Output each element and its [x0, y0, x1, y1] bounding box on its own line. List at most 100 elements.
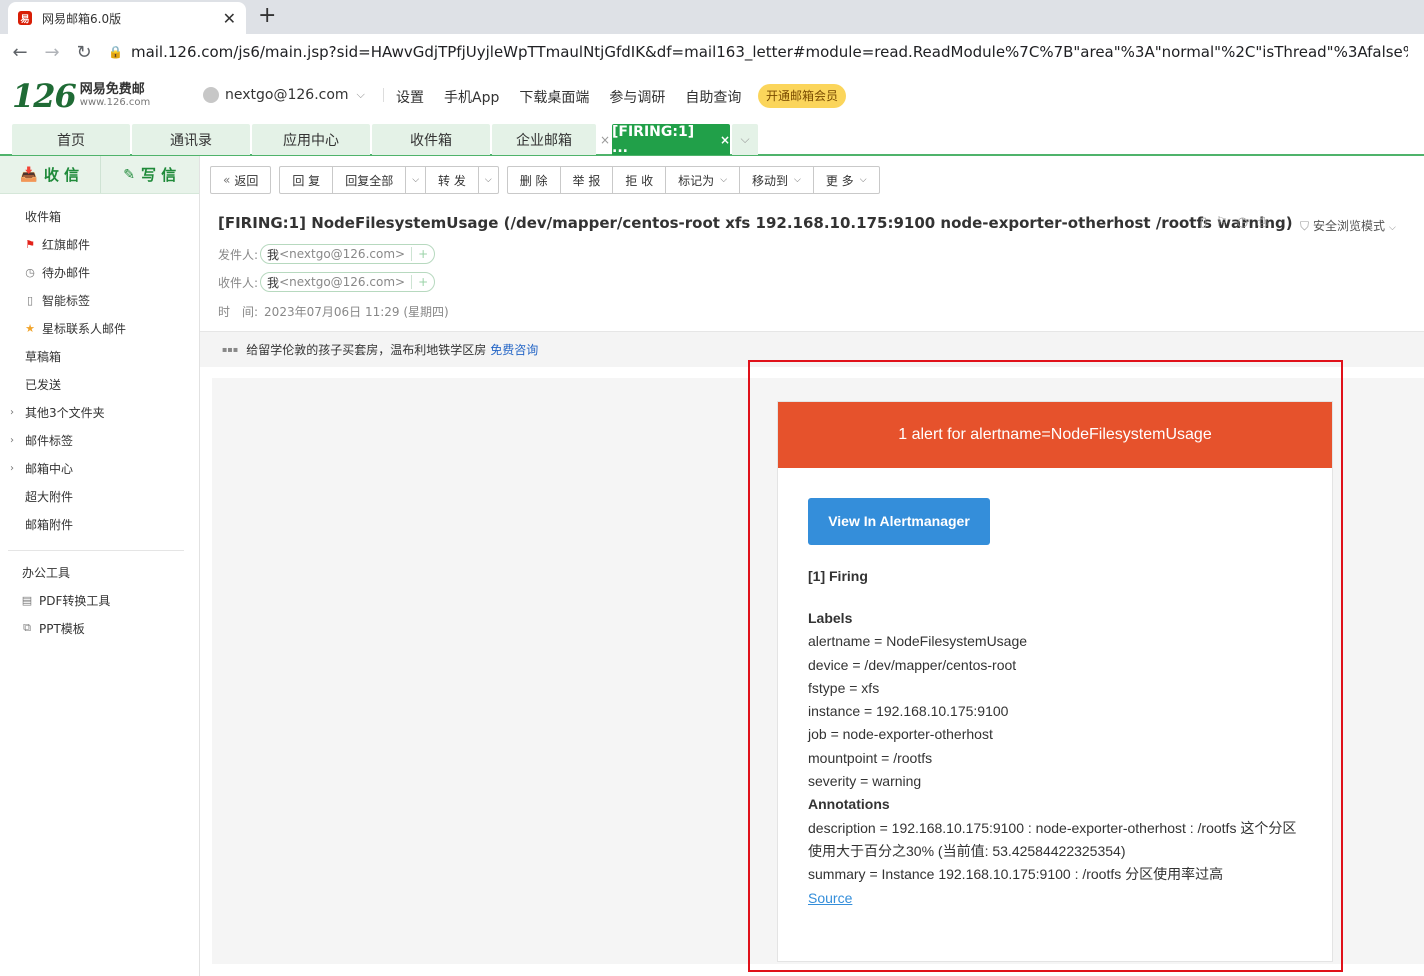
- print-icon[interactable]: ⎙: [1257, 215, 1267, 230]
- label-line: alertname = NodeFilesystemUsage: [808, 633, 1028, 650]
- close-icon[interactable]: ×: [600, 133, 610, 147]
- back-button[interactable]: «返回: [211, 167, 270, 193]
- source-link[interactable]: Source: [808, 890, 852, 906]
- inbox-tray-icon: 📥: [20, 166, 38, 183]
- add-contact-icon[interactable]: +: [411, 247, 428, 261]
- close-icon[interactable]: ×: [720, 133, 730, 147]
- settings-link[interactable]: 设置: [396, 87, 424, 107]
- url-text: mail.126.com/js6/main.jsp?sid=HAwvGdjTPf…: [130, 43, 1408, 61]
- sidebar-item-mail-attachments[interactable]: 邮箱附件: [0, 510, 199, 538]
- time-row: 时 间: 2023年07月06日 11:29 (星期四): [218, 303, 449, 320]
- ad-banner: ▪▪▪ 给留学伦敦的孩子买套房，温布利地铁学区房 免费咨询: [200, 331, 1424, 367]
- folder-list: 收件箱 ⚑ 红旗邮件 ◷ 待办邮件 ▯ 智能标签 ★ 星标联系人邮件 草稿箱 已发送 ›…: [0, 202, 199, 538]
- tab-more-chevron-icon[interactable]: ⌵: [732, 124, 758, 155]
- ad-icon: ▪▪▪: [222, 345, 239, 354]
- sidebar-item-pdf-tool[interactable]: ▤ PDF转换工具: [0, 586, 199, 614]
- recipient-row: 收件人: 我 <nextgo@126.com> +: [218, 272, 436, 292]
- annotation-line: summary = Instance 192.168.10.175:9100 :…: [808, 866, 1224, 883]
- office-tools-title: 办公工具: [22, 565, 71, 580]
- annotation-line: description = 192.168.10.175:9100 : node…: [808, 819, 1297, 836]
- sidebar-item-mail-center[interactable]: › 邮箱中心: [0, 454, 199, 482]
- user-email: nextgo@126.com: [225, 87, 349, 103]
- url-field[interactable]: 🔒 mail.126.com/js6/main.jsp?sid=HAwvGdjT…: [108, 43, 1408, 61]
- label-line: job = node-exporter-otherhost: [808, 726, 993, 743]
- pen-icon: ✎: [123, 166, 135, 183]
- receive-button[interactable]: 📥 收 信: [0, 156, 100, 193]
- mail-header: 126 网易免费邮 www.126.com nextgo@126.com ⌵ 设…: [0, 70, 1424, 122]
- sidebar-item-smart-tags[interactable]: ▯ 智能标签: [0, 286, 199, 314]
- sender-chip[interactable]: 我 <nextgo@126.com> +: [260, 244, 436, 264]
- download-desktop-link[interactable]: 下载桌面端: [519, 87, 589, 107]
- sidebar-item-todo[interactable]: ◷ 待办邮件: [0, 258, 199, 286]
- tab-app-center[interactable]: 应用中心: [252, 124, 370, 155]
- vip-button[interactable]: 开通邮箱会员: [758, 84, 847, 108]
- add-contact-icon[interactable]: +: [411, 275, 428, 289]
- logo-number: 126: [12, 77, 77, 115]
- bookmark-icon[interactable]: ▯: [1200, 215, 1207, 230]
- reply-button[interactable]: 回 复: [280, 167, 332, 193]
- new-tab-button[interactable]: +: [258, 4, 276, 28]
- self-service-link[interactable]: 自助查询: [685, 87, 741, 107]
- bookmark-icon: ▯: [26, 293, 34, 307]
- ppt-icon: ⧉: [23, 621, 31, 634]
- delete-button[interactable]: 删 除: [508, 167, 560, 193]
- ad-text: 给留学伦敦的孩子买套房，温布利地铁学区房: [246, 343, 487, 357]
- chevron-down-icon: ⌵: [1389, 223, 1396, 233]
- chevron-down-icon: ⌵: [859, 175, 867, 185]
- office-tools: 办公工具 ▤ PDF转换工具 ⧉ PPT模板: [0, 558, 199, 642]
- sidebar-item-large-attachments[interactable]: 超大附件: [0, 482, 199, 510]
- sidebar-item-drafts[interactable]: 草稿箱: [0, 342, 199, 370]
- sidebar-item-sent[interactable]: 已发送: [0, 370, 199, 398]
- browser-tab[interactable]: 易 网易邮箱6.0版 ✕: [8, 2, 246, 34]
- view-in-alertmanager-button[interactable]: View In Alertmanager: [808, 498, 990, 545]
- chevron-right-icon: ›: [10, 462, 14, 474]
- mobile-app-link[interactable]: 手机App: [444, 87, 499, 107]
- recipient-chip[interactable]: 我 <nextgo@126.com> +: [260, 272, 436, 292]
- reject-button[interactable]: 拒 收: [612, 167, 665, 193]
- chevron-right-icon: ›: [10, 406, 14, 418]
- flag-icon: ⚑: [25, 237, 35, 251]
- close-tab-icon[interactable]: ✕: [223, 9, 236, 28]
- reply-all-dropdown-chevron-icon[interactable]: ⌵: [405, 167, 425, 193]
- ad-link[interactable]: 免费咨询: [490, 341, 538, 358]
- sidebar-item-inbox[interactable]: 收件箱: [0, 202, 199, 230]
- chevron-down-icon: ⌵: [356, 88, 365, 101]
- sidebar-item-flagged[interactable]: ⚑ 红旗邮件: [0, 230, 199, 258]
- tab-home[interactable]: 首页: [12, 124, 130, 155]
- to-label: 收件人:: [218, 275, 259, 290]
- time-label: 时 间:: [218, 305, 259, 319]
- netease-favicon-icon: 易: [18, 11, 32, 25]
- forward-arrow-icon[interactable]: →: [36, 42, 68, 63]
- chevron-down-icon: ⌵: [720, 175, 728, 185]
- logo[interactable]: 126 网易免费邮 www.126.com: [12, 80, 150, 112]
- mail-subject: [FIRING:1] NodeFilesystemUsage (/dev/map…: [218, 214, 1293, 232]
- move-to-button[interactable]: 移动到 ⌵: [739, 167, 813, 193]
- more-button[interactable]: 更 多 ⌵: [812, 167, 879, 193]
- tab-inbox[interactable]: 收件箱: [372, 124, 490, 155]
- sidebar-item-starred-contacts[interactable]: ★ 星标联系人邮件: [0, 314, 199, 342]
- flag-icon[interactable]: ⚐: [1216, 215, 1228, 230]
- sidebar-item-mail-tags[interactable]: › 邮件标签: [0, 426, 199, 454]
- clock-icon[interactable]: ◷: [1237, 215, 1248, 230]
- sidebar: 📥 收 信 ✎ 写 信 收件箱 ⚑ 红旗邮件 ◷ 待办邮件 ▯ 智能标签 ★ 星标联系人邮件…: [0, 156, 200, 976]
- back-arrow-icon[interactable]: ←: [4, 42, 36, 63]
- tab-current-mail[interactable]: [FIRING:1] ... ×: [612, 124, 730, 156]
- sidebar-item-ppt-template[interactable]: ⧉ PPT模板: [0, 614, 199, 642]
- forward-button[interactable]: 转 发: [425, 167, 478, 193]
- reply-all-button[interactable]: 回复全部: [332, 167, 405, 193]
- survey-link[interactable]: 参与调研: [609, 87, 665, 107]
- double-chevron-left-icon: «: [223, 173, 231, 187]
- sidebar-item-other-folders[interactable]: › 其他3个文件夹: [0, 398, 199, 426]
- forward-dropdown-chevron-icon[interactable]: ⌵: [477, 167, 498, 193]
- report-button[interactable]: 举 报: [559, 167, 613, 193]
- reload-icon[interactable]: ↻: [68, 42, 100, 63]
- mark-as-button[interactable]: 标记为 ⌵: [665, 167, 739, 193]
- tab-enterprise-mail[interactable]: 企业邮箱 ×: [492, 124, 610, 155]
- label-line: severity = warning: [808, 773, 922, 790]
- compose-button[interactable]: ✎ 写 信: [99, 156, 200, 193]
- user-menu[interactable]: nextgo@126.com ⌵: [203, 87, 384, 103]
- safe-browsing-mode[interactable]: ⛉ 安全浏览模式 ⌵: [1300, 217, 1396, 234]
- logo-name: 网易免费邮: [79, 82, 145, 97]
- browser-tab-title: 网易邮箱6.0版: [42, 11, 122, 26]
- tab-contacts[interactable]: 通讯录: [132, 124, 250, 155]
